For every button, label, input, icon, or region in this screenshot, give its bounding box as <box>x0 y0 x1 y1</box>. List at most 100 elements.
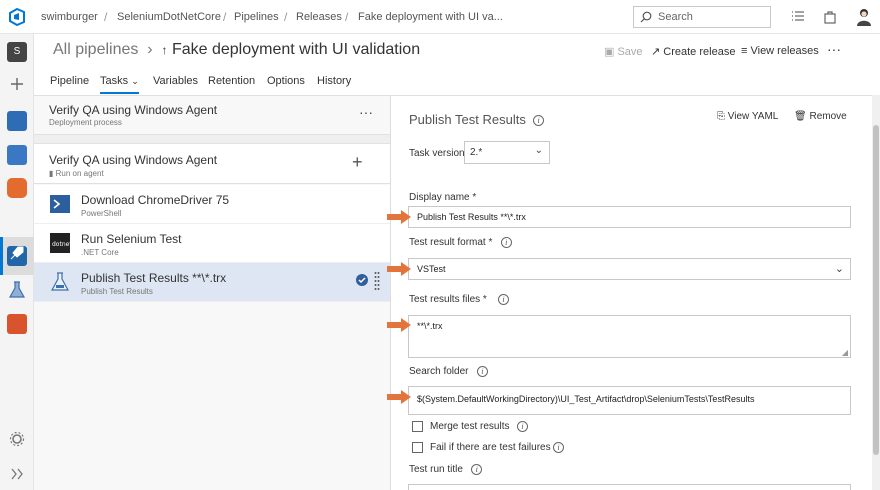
tasks-list-pane: Verify QA using Windows Agent Deployment… <box>34 95 390 490</box>
release-pipeline-icon: ↑ <box>161 43 168 57</box>
panel-title-text: Publish Test Results <box>409 112 526 127</box>
info-icon[interactable]: i <box>553 442 564 453</box>
view-releases-button[interactable]: ≡ View releases <box>741 45 819 57</box>
files-value: **\*.trx <box>417 321 443 331</box>
scrollbar-thumb[interactable] <box>873 125 879 455</box>
info-icon[interactable]: i <box>476 366 488 377</box>
view-releases-label: View releases <box>750 45 819 57</box>
expand-chevron-icon[interactable] <box>7 464 27 484</box>
display-name-label: Display name * <box>409 192 477 203</box>
list-icon: ≡ <box>741 45 748 57</box>
pipeline-title: Fake deployment with UI validation <box>171 41 421 58</box>
merge-test-results-checkbox[interactable] <box>412 421 423 432</box>
task-item-run-selenium[interactable]: dotnet Run Selenium Test .NET Core <box>34 224 390 263</box>
test-results-files-textarea[interactable]: **\*.trx ◢ <box>408 315 851 358</box>
task-subtitle: PowerShell <box>81 209 122 218</box>
fail-on-test-failures-checkbox[interactable] <box>412 442 423 453</box>
tab-tasks-label: Tasks <box>100 75 129 87</box>
view-yaml-button[interactable]: ⎘ View YAML <box>717 111 778 122</box>
azure-devops-logo-icon[interactable] <box>8 8 26 26</box>
info-icon[interactable]: i <box>500 237 512 248</box>
tab-history[interactable]: History <box>317 75 351 87</box>
panel-title: Publish Test Results i <box>409 112 545 127</box>
tab-options[interactable]: Options <box>267 75 305 87</box>
project-avatar-icon[interactable]: S <box>7 42 27 62</box>
task-subtitle: Publish Test Results <box>81 287 153 296</box>
save-icon: ▣ <box>604 46 615 58</box>
overview-icon[interactable] <box>7 111 27 131</box>
search-folder-label-text: Search folder <box>409 366 469 378</box>
search-folder-input[interactable]: $(System.DefaultWorkingDirectory)\UI_Tes… <box>408 386 851 415</box>
avatar[interactable] <box>856 7 872 27</box>
search-icon <box>640 11 652 23</box>
checkmark-circle-icon[interactable] <box>356 274 368 286</box>
stage-header[interactable]: Verify QA using Windows Agent Deployment… <box>49 103 217 127</box>
merge-test-results-label: Merge test results <box>430 421 510 432</box>
task-title: Download ChromeDriver 75 <box>81 193 230 207</box>
save-button[interactable]: ▣ Save <box>604 45 643 58</box>
svg-text:dotnet: dotnet <box>52 241 70 248</box>
search-folder-label: Search folder i <box>409 366 488 377</box>
create-release-label: Create release <box>663 46 736 58</box>
format-label-text: Test result format * <box>409 237 493 249</box>
repos-icon[interactable] <box>7 178 27 198</box>
pipelines-rocket-icon <box>10 246 24 260</box>
remove-label: Remove <box>809 111 847 122</box>
breadcrumb-current[interactable]: Fake deployment with UI va... <box>358 11 503 23</box>
chevron-down-icon: ⌄ <box>534 145 543 156</box>
create-release-button[interactable]: ↗ Create release <box>651 45 735 58</box>
info-icon[interactable]: i <box>471 464 483 475</box>
boards-icon[interactable] <box>7 145 27 165</box>
tab-variables[interactable]: Variables <box>153 75 198 87</box>
info-icon[interactable]: i <box>533 115 545 127</box>
test-result-format-select[interactable]: VSTest ⌄ <box>408 258 851 280</box>
divider <box>34 134 390 144</box>
gear-icon[interactable] <box>7 429 27 449</box>
scrollbar[interactable] <box>872 95 880 490</box>
clipboard-icon: ⎘ <box>717 111 725 122</box>
list-settings-icon[interactable] <box>791 10 805 23</box>
resize-grip-icon[interactable]: ◢ <box>842 348 848 357</box>
search-input[interactable]: Search <box>633 6 771 28</box>
breadcrumb-project[interactable]: SeleniumDotNetCore <box>117 11 221 23</box>
left-nav-rail: S <box>0 34 34 490</box>
artifacts-icon[interactable] <box>7 314 27 334</box>
fail-on-test-failures-label: Fail if there are test failures <box>430 442 551 453</box>
add-task-button[interactable]: + <box>352 152 363 173</box>
tab-retention[interactable]: Retention <box>208 75 255 87</box>
powershell-icon <box>50 195 70 213</box>
test-plans-flask-icon[interactable] <box>7 280 27 300</box>
stage-more-button[interactable]: ··· <box>359 104 373 120</box>
task-version-select[interactable]: 2.* ⌄ <box>464 141 550 164</box>
tab-pipeline[interactable]: Pipeline <box>50 75 89 87</box>
task-item-download-chromedriver[interactable]: Download ChromeDriver 75 PowerShell <box>34 185 390 224</box>
breadcrumb-separator: / <box>284 10 288 24</box>
remove-button[interactable]: 🗑 Remove <box>794 111 847 122</box>
add-icon[interactable] <box>7 74 27 94</box>
stage-title: Verify QA using Windows Agent <box>49 103 218 117</box>
format-value: VSTest <box>417 264 446 274</box>
tab-tasks[interactable]: Tasks ⌄ <box>100 75 139 94</box>
files-label-text: Test results files * <box>409 294 487 306</box>
info-icon[interactable]: i <box>517 421 528 432</box>
breadcrumb-org[interactable]: swimburger <box>41 11 98 23</box>
chevron-right-icon: › <box>142 41 158 58</box>
rocket-icon: ↗ <box>651 46 661 58</box>
trash-icon: 🗑 <box>794 111 807 122</box>
annotation-arrow <box>387 210 411 224</box>
page-title: All pipelines › ↑ Fake deployment with U… <box>53 41 420 59</box>
task-version-label: Task version <box>409 148 465 159</box>
drag-handle-icon[interactable] <box>374 271 380 291</box>
agent-job[interactable]: Verify QA using Windows Agent ▮ Run on a… <box>34 144 390 184</box>
annotation-arrow <box>387 318 411 332</box>
breadcrumb-releases[interactable]: Releases <box>296 11 342 23</box>
more-actions-button[interactable]: ··· <box>827 41 841 57</box>
task-item-publish-test-results[interactable]: Publish Test Results **\*.trx Publish Te… <box>34 263 390 302</box>
info-icon[interactable]: i <box>497 294 509 305</box>
test-run-title-input[interactable] <box>408 484 851 490</box>
breadcrumb-pipelines[interactable]: Pipelines <box>234 11 279 23</box>
stage-subtitle: Deployment process <box>49 118 122 127</box>
all-pipelines-link[interactable]: All pipelines <box>53 41 138 58</box>
marketplace-bag-icon[interactable] <box>824 10 836 24</box>
display-name-input[interactable]: Publish Test Results **\*.trx <box>408 206 851 228</box>
